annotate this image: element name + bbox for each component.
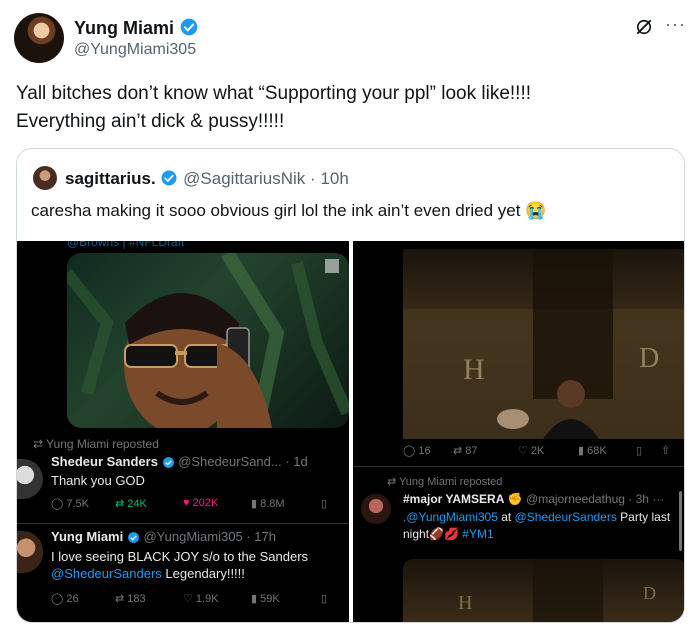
post-time[interactable]: 1d [293, 454, 307, 469]
post-time[interactable]: 3h [636, 492, 649, 506]
post-header: Shedeur Sanders @ShedeurSand... · 1d [51, 454, 308, 469]
verified-icon [127, 532, 139, 543]
fist-emoji-icon: ✊ [507, 492, 523, 506]
post-header: Yung Miami @YungMiami305 · 17h [51, 529, 276, 544]
like-button[interactable]: ♡ 2K [518, 444, 544, 457]
quote-author-handle[interactable]: @SagittariusNik [183, 169, 305, 188]
post-author-handle[interactable]: @ShedeurSand... [178, 454, 282, 469]
author-name[interactable]: Yung Miami [74, 17, 199, 39]
svg-text:D: D [639, 343, 659, 374]
post-avatar[interactable] [17, 531, 43, 573]
reply-button[interactable]: ◯ 26 [51, 592, 79, 605]
party-photo: H D [403, 249, 684, 439]
party-photo-2: H D [403, 559, 684, 622]
media-top-text: @Browns | #NFLDraft [67, 241, 185, 249]
repost-label: ⇄ Yung Miami reposted [387, 476, 503, 488]
post-header: #major YAMSERA ✊ @majorneedathug · 3h ··… [403, 492, 665, 506]
scrollbar[interactable] [679, 491, 682, 551]
bookmark-icon[interactable]: ▯ [636, 444, 642, 457]
hashtag-link[interactable]: #YM1 [462, 527, 493, 541]
bookmark-icon[interactable]: ▯ [321, 592, 327, 605]
football-emoji-icon: 🏈 [429, 527, 444, 541]
views-button[interactable]: ▮ 8.8M [251, 497, 285, 510]
quote-tweet-card[interactable]: sagittarius. @SagittariusNik · 10h cares… [16, 148, 685, 623]
quote-text: caresha making it sooo obvious girl lol … [31, 201, 547, 220]
post-author-handle[interactable]: @majorneedathug [526, 492, 625, 506]
svg-text:D: D [643, 583, 656, 603]
reply-button[interactable]: ◯ 16 [403, 444, 431, 457]
post-mention-link[interactable]: @ShedeurSanders [51, 566, 162, 581]
views-button[interactable]: ▮ 68K [578, 444, 607, 457]
bookmark-icon[interactable]: ▯ [321, 497, 327, 510]
verified-icon [162, 457, 174, 468]
views-button[interactable]: ▮ 59K [251, 592, 280, 605]
post-text: .@YungMiami305 at @ShedeurSanders Party … [403, 510, 671, 541]
media-image-left[interactable]: @Browns | #NFLDraft ⇄ Yung Miami reposte… [17, 241, 349, 622]
like-button[interactable]: ♡ 1.9K [183, 592, 219, 605]
repost-icon: ⇄ [387, 476, 400, 488]
divider [353, 466, 684, 467]
post-mention-link[interactable]: .@YungMiami305 [403, 510, 498, 524]
post-author-name[interactable]: #major YAMSERA [403, 492, 504, 506]
post-text: Thank you GOD [51, 473, 145, 488]
media-image-right[interactable]: H D ◯ 16 ⇄ 87 ♡ 2K ▮ 68K ▯ ⇧ ⇄ Yung Miam… [353, 241, 684, 622]
quote-header: sagittarius. @SagittariusNik · 10h [65, 169, 349, 188]
reply-button[interactable]: ◯ 7.5K [51, 497, 89, 510]
repost-button[interactable]: ⇄ 183 [115, 592, 146, 605]
quote-avatar[interactable] [33, 166, 57, 190]
post-time[interactable]: 17h [254, 529, 276, 544]
kiss-emoji-icon: 💋 [443, 527, 459, 541]
quote-time[interactable]: 10h [320, 169, 348, 188]
post-mention-link[interactable]: @ShedeurSanders [515, 510, 617, 524]
post-author-name[interactable]: Yung Miami [51, 529, 123, 544]
share-icon[interactable]: ⇧ [661, 444, 670, 457]
grok-icon[interactable] [634, 17, 654, 37]
repost-button[interactable]: ⇄ 24K [115, 497, 147, 510]
post-author-handle[interactable]: @YungMiami305 [143, 529, 242, 544]
quote-author-name[interactable]: sagittarius. [65, 169, 156, 188]
post-avatar[interactable] [17, 459, 43, 499]
svg-text:H: H [458, 592, 472, 614]
illustration [67, 253, 349, 428]
author-avatar[interactable] [14, 13, 64, 63]
repost-icon: ⇄ [33, 437, 47, 451]
post-avatar[interactable] [361, 494, 391, 524]
more-icon[interactable]: ··· [665, 14, 686, 35]
tweet-text-line2: Everything ain’t dick & pussy!!!!! [16, 111, 285, 132]
repost-button[interactable]: ⇄ 87 [453, 444, 478, 457]
svg-text:H: H [463, 353, 485, 386]
author-handle[interactable]: @YungMiami305 [74, 41, 196, 59]
tweet-text-line1: Yall bitches don’t know what “Supporting… [16, 83, 532, 104]
verified-icon [180, 18, 198, 36]
tweet-text: Yall bitches don’t know what “Supporting… [16, 80, 656, 136]
more-icon[interactable]: ··· [652, 492, 664, 506]
post-author-name[interactable]: Shedeur Sanders [51, 454, 158, 469]
verified-icon [161, 170, 177, 186]
divider [17, 523, 349, 524]
like-button[interactable]: ♥ 202K [183, 497, 218, 509]
post-text: I love seeing BLACK JOY s/o to the Sande… [51, 549, 309, 581]
repost-label: ⇄ Yung Miami reposted [33, 437, 159, 451]
